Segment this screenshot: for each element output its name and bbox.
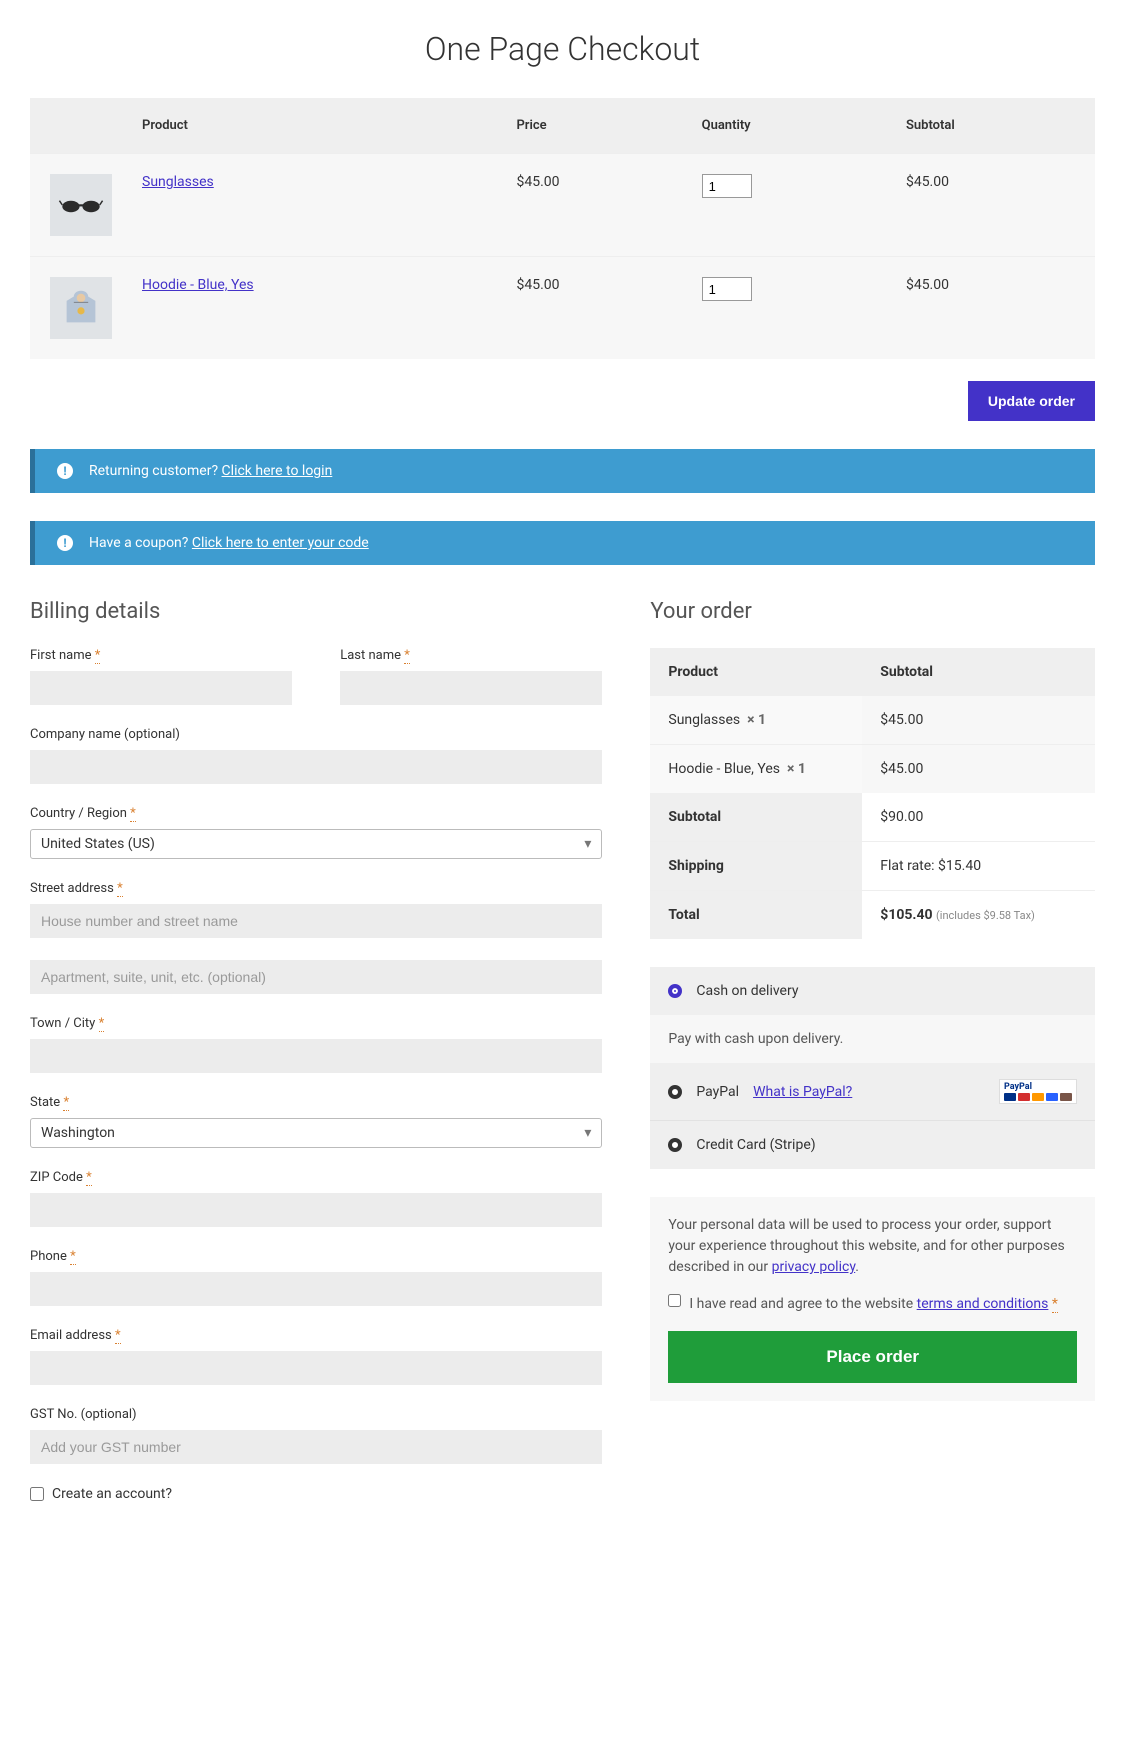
first-name-label: First name *: [30, 648, 292, 663]
payment-methods: Cash on delivery Pay with cash upon deli…: [650, 967, 1095, 1169]
terms-link[interactable]: terms and conditions: [917, 1296, 1049, 1312]
payment-option-cod[interactable]: Cash on delivery: [650, 967, 1095, 1015]
state-select[interactable]: Washington: [30, 1118, 602, 1148]
product-link[interactable]: Hoodie - Blue, Yes: [142, 277, 254, 293]
last-name-field[interactable]: [340, 671, 602, 705]
terms-text: I have read and agree to the website: [689, 1296, 916, 1312]
login-notice: ! Returning customer? Click here to logi…: [30, 449, 1095, 493]
create-account-checkbox[interactable]: [30, 1487, 44, 1501]
order-heading: Your order: [650, 599, 1095, 624]
street-address-field[interactable]: [30, 904, 602, 938]
paypal-cards-icon: PayPal: [999, 1079, 1077, 1104]
billing-heading: Billing details: [30, 599, 602, 624]
company-field[interactable]: [30, 750, 602, 784]
what-is-paypal-link[interactable]: What is PayPal?: [753, 1084, 852, 1100]
last-name-label: Last name *: [340, 648, 602, 663]
order-summary-table: Product Subtotal Sunglasses × 1 $45.00 H…: [650, 648, 1095, 939]
create-account-label: Create an account?: [52, 1486, 172, 1502]
payment-option-paypal[interactable]: PayPal What is PayPal? PayPal: [650, 1063, 1095, 1120]
privacy-policy-link[interactable]: privacy policy: [772, 1259, 856, 1275]
login-link[interactable]: Click here to login: [222, 463, 333, 479]
town-label: Town / City *: [30, 1016, 602, 1031]
cart-row: Hoodie - Blue, Yes $45.00 $45.00: [30, 257, 1095, 360]
state-label: State *: [30, 1095, 602, 1110]
order-col-subtotal: Subtotal: [862, 648, 1095, 696]
coupon-link[interactable]: Click here to enter your code: [192, 535, 369, 551]
country-select[interactable]: United States (US): [30, 829, 602, 859]
page-title: One Page Checkout: [30, 30, 1095, 68]
col-price: Price: [504, 98, 689, 154]
radio-icon: [668, 1138, 682, 1152]
coupon-notice: ! Have a coupon? Click here to enter you…: [30, 521, 1095, 565]
order-subtotal-value: $90.00: [862, 793, 1095, 842]
email-field[interactable]: [30, 1351, 602, 1385]
order-line: Sunglasses × 1 $45.00: [650, 696, 1095, 745]
product-price: $45.00: [504, 257, 689, 360]
cart-section: Product Price Quantity Subtotal: [30, 98, 1095, 359]
first-name-field[interactable]: [30, 671, 292, 705]
quantity-input[interactable]: [702, 277, 752, 301]
product-price: $45.00: [504, 154, 689, 257]
order-total-label: Total: [650, 891, 862, 940]
product-thumbnail: [50, 277, 112, 339]
col-product: Product: [130, 98, 504, 154]
zip-field[interactable]: [30, 1193, 602, 1227]
radio-icon: [668, 984, 682, 998]
payment-option-stripe[interactable]: Credit Card (Stripe): [650, 1120, 1095, 1169]
gst-field[interactable]: [30, 1430, 602, 1464]
town-field[interactable]: [30, 1039, 602, 1073]
order-col-product: Product: [650, 648, 862, 696]
phone-field[interactable]: [30, 1272, 602, 1306]
payment-cod-description: Pay with cash upon delivery.: [650, 1015, 1095, 1063]
order-subtotal-label: Subtotal: [650, 793, 862, 842]
street-address-2-field[interactable]: [30, 960, 602, 994]
phone-label: Phone *: [30, 1249, 602, 1264]
info-icon: !: [57, 535, 73, 551]
hoodie-icon: [58, 285, 104, 331]
col-subtotal: Subtotal: [894, 98, 1095, 154]
login-notice-text: Returning customer?: [89, 463, 218, 479]
sunglasses-icon: [58, 182, 104, 228]
order-shipping-label: Shipping: [650, 842, 862, 891]
email-label: Email address *: [30, 1328, 602, 1343]
terms-checkbox[interactable]: [668, 1294, 681, 1307]
street-label: Street address *: [30, 881, 602, 896]
info-icon: !: [57, 463, 73, 479]
cart-row: Sunglasses $45.00 $45.00: [30, 154, 1095, 257]
quantity-input[interactable]: [702, 174, 752, 198]
order-total-value: $105.40 (includes $9.58 Tax): [862, 891, 1095, 940]
col-quantity: Quantity: [690, 98, 894, 154]
place-order-button[interactable]: Place order: [668, 1331, 1077, 1383]
product-link[interactable]: Sunglasses: [142, 174, 214, 190]
company-label: Company name (optional): [30, 727, 602, 742]
radio-icon: [668, 1085, 682, 1099]
order-shipping-value: Flat rate: $15.40: [862, 842, 1095, 891]
product-thumbnail: [50, 174, 112, 236]
privacy-terms-box: Your personal data will be used to proce…: [650, 1197, 1095, 1401]
privacy-text: Your personal data will be used to proce…: [668, 1217, 1064, 1275]
gst-label: GST No. (optional): [30, 1407, 602, 1422]
col-thumb: [30, 98, 130, 154]
coupon-notice-text: Have a coupon?: [89, 535, 188, 551]
country-label: Country / Region *: [30, 806, 602, 821]
product-subtotal: $45.00: [894, 154, 1095, 257]
zip-label: ZIP Code *: [30, 1170, 602, 1185]
update-order-button[interactable]: Update order: [968, 381, 1095, 421]
product-subtotal: $45.00: [894, 257, 1095, 360]
order-line: Hoodie - Blue, Yes × 1 $45.00: [650, 745, 1095, 794]
